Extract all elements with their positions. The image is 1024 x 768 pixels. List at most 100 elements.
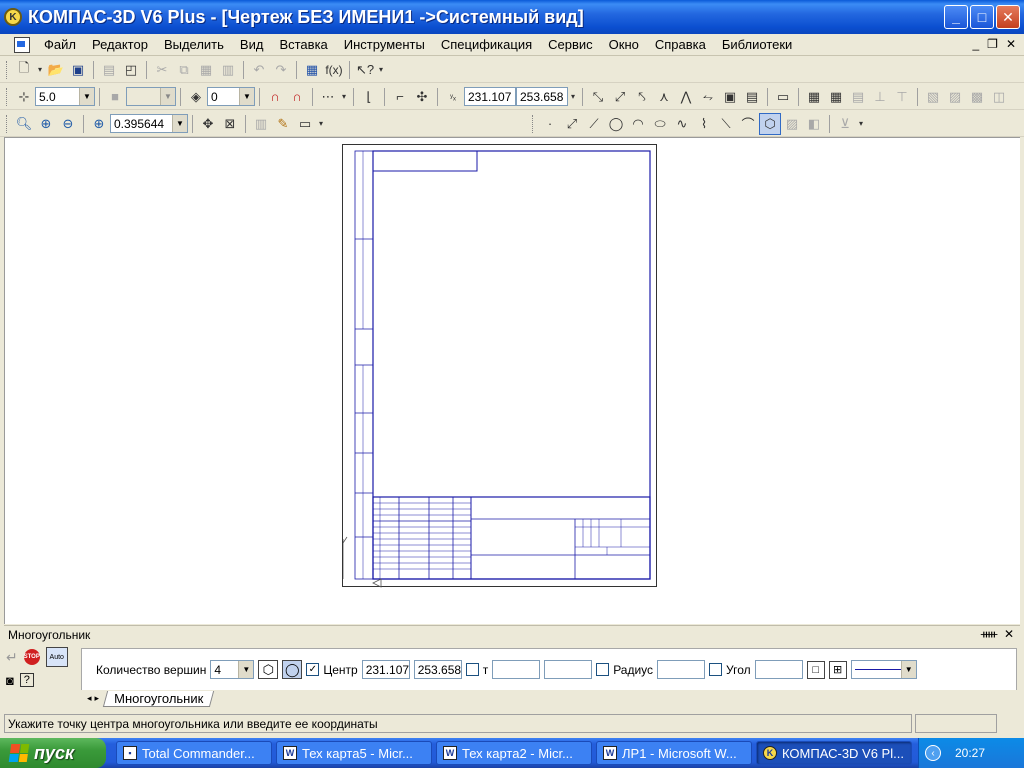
layers-manager-icon[interactable]: ▦ bbox=[803, 86, 825, 108]
center-x-field[interactable]: 231.107 bbox=[361, 660, 410, 679]
tab-scroll-right-icon[interactable]: ▸ bbox=[95, 693, 100, 704]
axis-option-icon[interactable]: ⊞ bbox=[828, 660, 847, 679]
task-kompas[interactable]: K КОМПАС-3D V6 Pl... bbox=[756, 741, 912, 765]
dropdown-arrow-icon[interactable]: ▾ bbox=[568, 86, 578, 108]
chevron-down-icon[interactable]: ▼ bbox=[160, 88, 175, 105]
dropdown-arrow-icon[interactable]: ▾ bbox=[35, 59, 45, 81]
kompas-app-icon[interactable]: K bbox=[4, 8, 22, 26]
undo-icon[interactable]: ↶ bbox=[248, 59, 270, 81]
spec-icon-2[interactable]: ⊥ bbox=[869, 86, 891, 108]
line-style-combo[interactable]: ▼ bbox=[850, 660, 917, 679]
geometry-extra-icon[interactable]: ⊻ bbox=[834, 113, 856, 135]
cursor-y-field[interactable]: 253.658 bbox=[516, 87, 568, 106]
menu-specification[interactable]: Спецификация bbox=[433, 37, 540, 52]
help-question-icon[interactable]: ? bbox=[19, 673, 34, 687]
menu-service[interactable]: Сервис bbox=[540, 37, 601, 52]
new-file-icon[interactable]: 🗋 bbox=[13, 59, 35, 81]
point-y-field[interactable] bbox=[544, 660, 593, 679]
angle-checkbox[interactable] bbox=[709, 663, 723, 676]
chevron-down-icon[interactable]: ▼ bbox=[79, 88, 94, 105]
redo-icon[interactable]: ↷ bbox=[270, 59, 292, 81]
copy-icon[interactable]: ⧉ bbox=[173, 59, 195, 81]
cursor-step-combo[interactable]: 5.0 ▼ bbox=[35, 87, 95, 106]
ellipse-icon[interactable]: ⬭ bbox=[649, 113, 671, 135]
fit-all-icon[interactable]: ⊠ bbox=[219, 113, 241, 135]
lib-icon-1[interactable]: ▧ bbox=[922, 86, 944, 108]
help-pointer-icon[interactable]: ↖? bbox=[354, 59, 376, 81]
apply-arrow-icon[interactable]: ↵ bbox=[6, 649, 18, 666]
menu-select[interactable]: Выделить bbox=[156, 37, 232, 52]
point-icon[interactable]: · bbox=[539, 113, 561, 135]
maximize-button[interactable]: □ bbox=[970, 5, 994, 29]
task-total-commander[interactable]: ▪ Total Commander... bbox=[116, 741, 272, 765]
close-button[interactable]: ✕ bbox=[996, 5, 1020, 29]
layer-icon[interactable]: ◈ bbox=[185, 86, 207, 108]
view-icon[interactable]: ■ bbox=[104, 86, 126, 108]
clipboard-icon[interactable]: ▥ bbox=[217, 59, 239, 81]
square-option-icon[interactable]: □ bbox=[806, 660, 825, 679]
edit-pen-icon[interactable]: ✎ bbox=[272, 113, 294, 135]
dropdown-arrow-icon[interactable]: ▾ bbox=[856, 113, 866, 135]
mdi-minimize-icon[interactable]: _ bbox=[972, 37, 979, 51]
circumscribed-circle-icon[interactable]: ◯ bbox=[282, 660, 303, 679]
lib-icon-3[interactable]: ▩ bbox=[966, 86, 988, 108]
mdi-restore-icon[interactable]: ❐ bbox=[987, 37, 998, 51]
grid-icon[interactable]: ⋯ bbox=[317, 86, 339, 108]
chevron-down-icon[interactable]: ▼ bbox=[172, 115, 187, 132]
toolbar-grip[interactable] bbox=[6, 87, 9, 106]
arc-icon[interactable]: ◠ bbox=[627, 113, 649, 135]
radius-field[interactable] bbox=[657, 660, 706, 679]
menu-libraries[interactable]: Библиотеки bbox=[714, 37, 800, 52]
coordinates-icon[interactable]: ʸₓ bbox=[442, 86, 464, 108]
parametric-icon[interactable]: ✣ bbox=[411, 86, 433, 108]
save-icon[interactable]: ▣ bbox=[67, 59, 89, 81]
zoom-combo[interactable]: 0.395644 ▼ bbox=[110, 114, 188, 133]
local-cs-icon[interactable]: ⌊ bbox=[358, 86, 380, 108]
panel-close-icon[interactable]: ✕ bbox=[1004, 627, 1014, 641]
task-word-lr1[interactable]: W ЛР1 - Microsoft W... bbox=[596, 741, 752, 765]
circle-icon[interactable]: ◯ bbox=[605, 113, 627, 135]
polyline-icon[interactable]: ⌇ bbox=[693, 113, 715, 135]
vertex-count-combo[interactable]: 4 ▼ bbox=[210, 660, 255, 679]
pin-icon[interactable]: ᚔ bbox=[981, 627, 997, 641]
menu-editor[interactable]: Редактор bbox=[84, 37, 156, 52]
fillet-icon[interactable]: ⌒ bbox=[737, 113, 759, 135]
magnet-local-icon[interactable]: ∩ bbox=[286, 86, 308, 108]
variables-fx-icon[interactable]: f(x) bbox=[323, 59, 345, 81]
snap-tool-7-icon[interactable]: ▣ bbox=[719, 86, 741, 108]
cut-icon[interactable]: ✂ bbox=[151, 59, 173, 81]
pan-icon[interactable]: ✥ bbox=[197, 113, 219, 135]
hatch-icon[interactable]: ▨ bbox=[781, 113, 803, 135]
auxiliary-line-icon[interactable]: ⤢ bbox=[561, 113, 583, 135]
tray-expand-icon[interactable]: ‹ bbox=[925, 745, 941, 761]
segment-icon[interactable]: ⟋ bbox=[583, 113, 605, 135]
toolbar-grip[interactable] bbox=[532, 114, 535, 133]
tab-polygon[interactable]: Многоугольник bbox=[102, 690, 215, 707]
chevron-down-icon[interactable]: ▼ bbox=[238, 661, 254, 678]
dropdown-arrow-icon[interactable]: ▾ bbox=[316, 113, 326, 135]
document-icon[interactable] bbox=[14, 36, 30, 53]
menu-window[interactable]: Окно bbox=[601, 37, 647, 52]
spec-icon-1[interactable]: ▤ bbox=[847, 86, 869, 108]
polygon-icon[interactable]: ⬡ bbox=[759, 112, 781, 135]
drawing-canvas[interactable] bbox=[4, 137, 1020, 624]
chamfer-icon[interactable]: ⟍ bbox=[715, 113, 737, 135]
menu-view[interactable]: Вид bbox=[232, 37, 272, 52]
snap-tool-6-icon[interactable]: ⥊ bbox=[697, 86, 719, 108]
open-folder-icon[interactable]: 📂 bbox=[45, 59, 67, 81]
task-word-tech5[interactable]: W Тех карта5 - Micr... bbox=[276, 741, 432, 765]
mdi-close-icon[interactable]: ✕ bbox=[1006, 37, 1016, 51]
view-manager-icon[interactable]: ▭ bbox=[772, 86, 794, 108]
start-button[interactable]: пуск bbox=[0, 738, 106, 768]
zoom-window-icon[interactable]: 🔍︎ bbox=[13, 113, 35, 135]
magnet-snap-icon[interactable]: ∩ bbox=[264, 86, 286, 108]
zoom-out-icon[interactable]: ⊖ bbox=[57, 113, 79, 135]
snap-tool-4-icon[interactable]: ⋏ bbox=[653, 86, 675, 108]
print-icon[interactable]: ▤ bbox=[98, 59, 120, 81]
cursor-x-field[interactable]: 231.107 bbox=[464, 87, 516, 106]
inscribed-circle-icon[interactable]: ⬡ bbox=[258, 660, 279, 679]
center-y-field[interactable]: 253.658 bbox=[413, 660, 462, 679]
spline-icon[interactable]: ∿ bbox=[671, 113, 693, 135]
paste-icon[interactable]: ▦ bbox=[195, 59, 217, 81]
snap-tool-5-icon[interactable]: ⋀ bbox=[675, 86, 697, 108]
